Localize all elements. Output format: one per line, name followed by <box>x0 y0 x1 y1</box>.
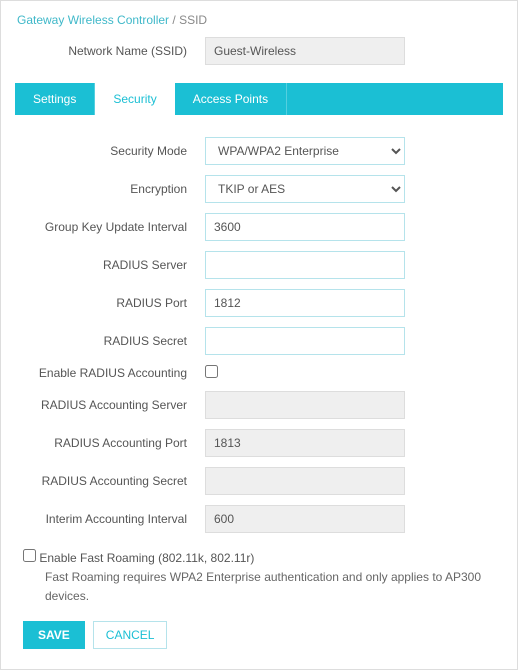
radius-server-label: RADIUS Server <box>15 258 205 272</box>
breadcrumb-current: SSID <box>179 13 207 27</box>
encryption-label: Encryption <box>15 182 205 196</box>
radius-acct-secret-input[interactable] <box>205 467 405 495</box>
ssid-label: Network Name (SSID) <box>15 44 205 58</box>
tab-settings[interactable]: Settings <box>15 83 95 115</box>
radius-server-input[interactable] <box>205 251 405 279</box>
radius-acct-secret-label: RADIUS Accounting Secret <box>15 474 205 488</box>
breadcrumb-parent-link[interactable]: Gateway Wireless Controller <box>17 13 169 27</box>
save-button[interactable]: SAVE <box>23 621 85 649</box>
tabs: Settings Security Access Points <box>15 83 503 115</box>
ssid-security-panel: Gateway Wireless Controller / SSID Netwo… <box>0 0 518 670</box>
radius-port-input[interactable] <box>205 289 405 317</box>
breadcrumb-separator: / <box>169 13 179 27</box>
security-mode-select[interactable]: WPA/WPA2 Enterprise <box>205 137 405 165</box>
radius-acct-server-label: RADIUS Accounting Server <box>15 398 205 412</box>
security-mode-label: Security Mode <box>15 144 205 158</box>
radius-acct-port-input[interactable] <box>205 429 405 457</box>
interim-acct-interval-label: Interim Accounting Interval <box>15 512 205 526</box>
enable-radius-accounting-checkbox[interactable] <box>205 365 218 378</box>
enable-radius-accounting-label: Enable RADIUS Accounting <box>15 366 205 380</box>
enable-fast-roaming-checkbox[interactable] <box>23 549 36 562</box>
fast-roaming-note: Fast Roaming requires WPA2 Enterprise au… <box>45 568 503 606</box>
encryption-select[interactable]: TKIP or AES <box>205 175 405 203</box>
breadcrumb: Gateway Wireless Controller / SSID <box>17 13 503 27</box>
group-key-update-label: Group Key Update Interval <box>15 220 205 234</box>
interim-acct-interval-input[interactable] <box>205 505 405 533</box>
radius-acct-server-input[interactable] <box>205 391 405 419</box>
group-key-update-input[interactable] <box>205 213 405 241</box>
enable-fast-roaming-label: Enable Fast Roaming (802.11k, 802.11r) <box>39 551 254 565</box>
ssid-input[interactable] <box>205 37 405 65</box>
radius-acct-port-label: RADIUS Accounting Port <box>15 436 205 450</box>
cancel-button[interactable]: CANCEL <box>93 621 168 649</box>
radius-secret-input[interactable] <box>205 327 405 355</box>
radius-secret-label: RADIUS Secret <box>15 334 205 348</box>
tab-security[interactable]: Security <box>95 83 174 115</box>
tab-access-points[interactable]: Access Points <box>175 83 287 115</box>
fast-roaming-row: Enable Fast Roaming (802.11k, 802.11r) <box>23 551 254 565</box>
radius-port-label: RADIUS Port <box>15 296 205 310</box>
